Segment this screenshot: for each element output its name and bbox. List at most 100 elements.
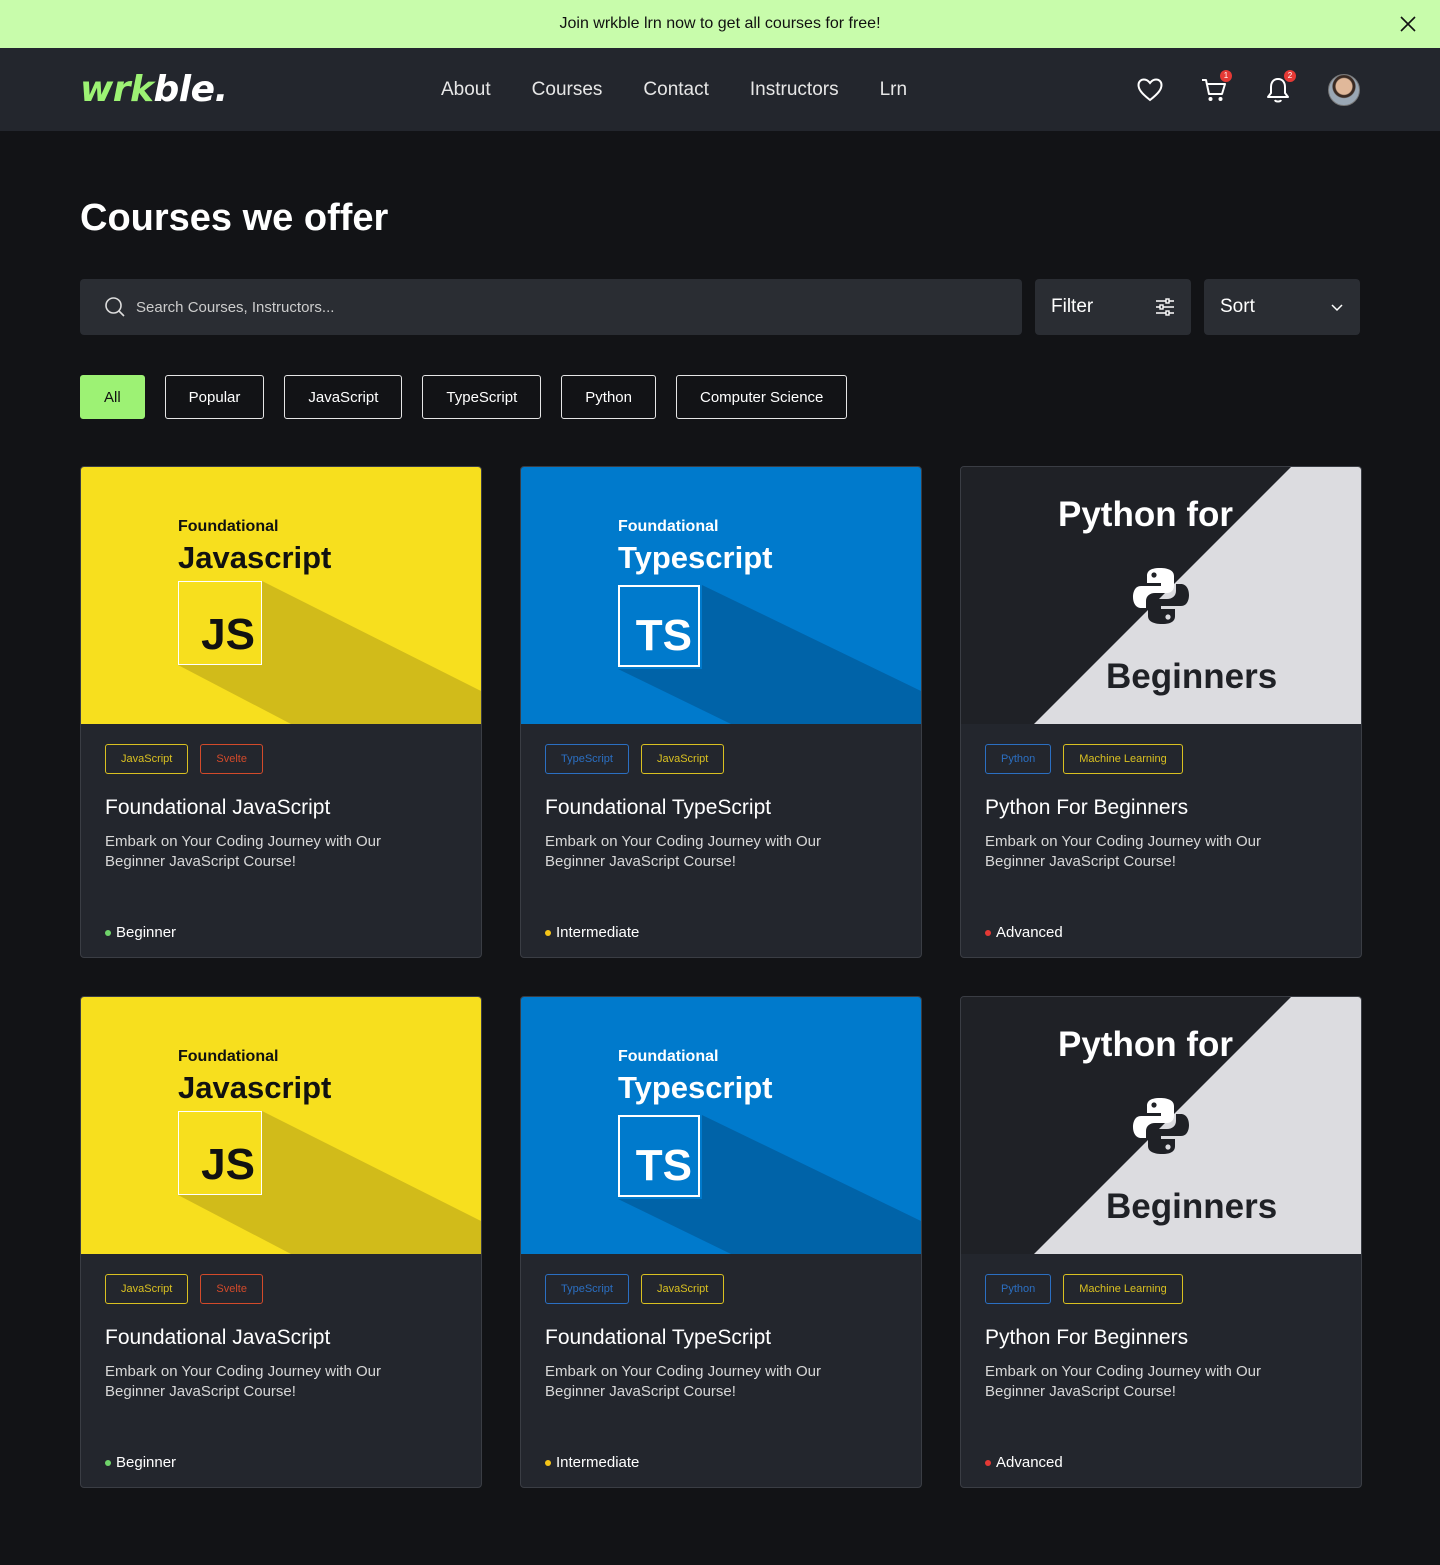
notifications-button[interactable]: 2 [1264,69,1296,104]
course-tags: JavaScript Svelte [105,744,457,774]
wishlist-button[interactable] [1136,76,1164,104]
course-tag[interactable]: Svelte [200,1274,263,1304]
course-card-body: TypeScript JavaScript Foundational TypeSc… [521,1254,921,1402]
chip-computer-science[interactable]: Computer Science [675,375,848,419]
cart-badge: 1 [1220,69,1232,82]
course-title[interactable]: Foundational JavaScript [105,796,457,820]
nav-about[interactable]: About [441,79,491,101]
nav-lrn[interactable]: Lrn [880,79,907,101]
cart-button[interactable]: 1 [1200,69,1232,104]
course-tag[interactable]: TypeScript [545,744,629,774]
close-icon[interactable] [1398,14,1418,34]
thumbnail-title: Javascript [178,540,332,575]
course-level: Intermediate [545,1454,639,1471]
course-thumbnail: Python for Beginners [961,997,1361,1254]
ts-logo: TS [618,1115,700,1197]
search-input[interactable] [136,298,936,316]
level-dot-icon [985,1459,991,1466]
course-title[interactable]: Foundational JavaScript [105,1326,457,1350]
level-label: Advanced [996,1454,1063,1471]
chevron-down-icon [1331,304,1343,312]
course-tag[interactable]: Machine Learning [1063,744,1183,774]
course-tag[interactable]: Python [985,744,1052,774]
course-description: Embark on Your Coding Journey with Our B… [985,833,1261,870]
js-logo: JS [178,581,262,665]
main-nav: About Courses Contact Instructors Lrn [441,48,907,131]
chip-javascript[interactable]: JavaScript [284,375,403,419]
level-dot-icon [545,929,551,936]
course-card-body: JavaScript Svelte Foundational JavaScript… [81,724,481,872]
course-tag[interactable]: JavaScript [105,1274,189,1304]
course-level: Advanced [985,1454,1063,1471]
course-tags: TypeScript JavaScript [545,1274,897,1304]
course-tag[interactable]: JavaScript [640,1274,725,1304]
course-tag[interactable]: Svelte [200,744,263,774]
chip-all[interactable]: All [80,375,145,419]
main-content: Courses we offer Filter Sort All Popular… [0,195,1440,1488]
course-grid: Foundational Javascript JS JavaScript Sve… [80,466,1362,1488]
course-tag[interactable]: Machine Learning [1063,1274,1183,1304]
course-card[interactable]: Foundational Typescript TS TypeScript Jav… [520,996,922,1488]
course-thumbnail: Foundational Javascript JS [81,997,481,1254]
level-dot-icon [105,1459,111,1466]
thumbnail-subtitle: Foundational [618,1048,719,1065]
course-title[interactable]: Python For Beginners [985,796,1337,820]
filter-button[interactable]: Filter [1035,279,1191,335]
thumbnail-title: Python for [1058,1025,1233,1064]
course-card[interactable]: Foundational Javascript JS JavaScript Sve… [80,996,482,1488]
wrkble-logo[interactable]: wrkble. [80,69,228,110]
nav-instructors[interactable]: Instructors [750,79,839,101]
course-tag[interactable]: Python [985,1274,1052,1304]
course-card-body: TypeScript JavaScript Foundational TypeSc… [521,724,921,872]
nav-contact[interactable]: Contact [643,79,708,101]
sort-label: Sort [1220,296,1255,317]
thumbnail-subtitle: Foundational [178,518,279,535]
thumbnail-title: Python for [1058,495,1233,534]
course-tag[interactable]: TypeScript [545,1274,629,1304]
course-card[interactable]: Foundational Typescript TS TypeScript Jav… [520,466,922,958]
thumbnail-title: Typescript [618,540,773,575]
course-description: Embark on Your Coding Journey with Our B… [985,1363,1261,1400]
course-description: Embark on Your Coding Journey with Our B… [545,833,821,870]
thumbnail-title: Javascript [178,1070,332,1105]
course-tags: JavaScript Svelte [105,1274,457,1304]
thumbnail-shadow [178,581,481,724]
course-title[interactable]: Python For Beginners [985,1326,1337,1350]
course-title[interactable]: Foundational TypeScript [545,796,897,820]
course-description: Embark on Your Coding Journey with Our B… [105,833,381,870]
thumbnail-subtitle: Beginners [1106,1187,1278,1226]
course-card[interactable]: Python for Beginners Python Machine Learn… [960,466,1362,958]
course-card[interactable]: Foundational Javascript JS JavaScript Sve… [80,466,482,958]
course-thumbnail: Python for Beginners [961,467,1361,724]
chip-python[interactable]: Python [561,375,656,419]
course-tags: TypeScript JavaScript [545,744,897,774]
level-label: Beginner [116,924,177,941]
course-level: Beginner [105,924,176,941]
search-bar [80,279,1022,335]
level-label: Intermediate [556,1454,640,1471]
course-card-body: Python Machine Learning Python For Beginn… [961,724,1361,872]
sort-dropdown[interactable]: Sort [1204,279,1360,335]
user-avatar[interactable] [1328,73,1360,106]
chip-popular[interactable]: Popular [164,375,265,419]
course-tag[interactable]: JavaScript [640,744,725,774]
course-tag[interactable]: JavaScript [105,744,189,774]
thumbnail-subtitle: Foundational [178,1048,279,1065]
promo-banner: Join wrkble lrn now to get all courses f… [0,0,1440,48]
thumbnail-title: Typescript [618,1070,773,1105]
level-label: Intermediate [556,924,640,941]
course-description: Embark on Your Coding Journey with Our B… [545,1363,821,1400]
course-card-body: JavaScript Svelte Foundational JavaScript… [81,1254,481,1402]
nav-courses[interactable]: Courses [532,79,603,101]
search-row: Filter Sort [80,279,1360,335]
level-label: Beginner [116,1454,177,1471]
course-thumbnail: Foundational Typescript TS [521,997,921,1254]
course-tags: Python Machine Learning [985,744,1337,774]
course-card[interactable]: Python for Beginners Python Machine Learn… [960,996,1362,1488]
top-navbar: wrkble. About Courses Contact Instructor… [0,48,1440,131]
header-actions: 1 2 [1136,48,1360,131]
course-level: Intermediate [545,924,639,941]
level-dot-icon [985,929,991,936]
course-title[interactable]: Foundational TypeScript [545,1326,897,1350]
chip-typescript[interactable]: TypeScript [422,375,542,419]
